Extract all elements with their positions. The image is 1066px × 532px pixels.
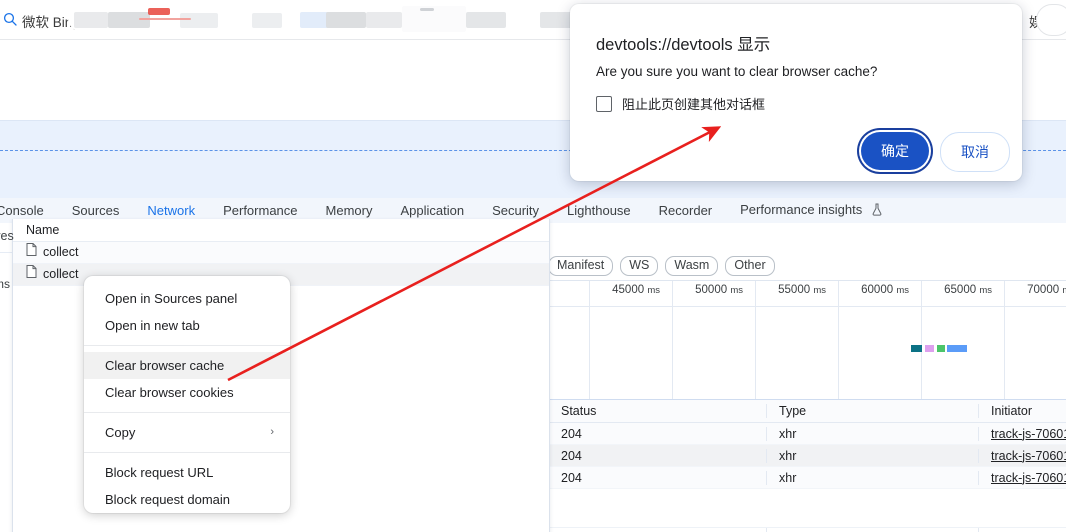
- screen-root: 2024-11-26 Console Sources Network Perfo…: [0, 0, 1066, 532]
- flask-icon: [871, 199, 883, 224]
- initiator-link[interactable]: track-js-70601: [991, 449, 1066, 463]
- menu-item-label: Block request URL: [105, 465, 214, 480]
- cell-status: 204: [561, 448, 582, 463]
- cell-type: xhr: [766, 426, 978, 441]
- document-icon: [26, 264, 37, 285]
- request-name: collect: [43, 245, 79, 259]
- tab-performance-insights-label: Performance insights: [740, 202, 863, 217]
- filter-chip-ws[interactable]: WS: [620, 256, 659, 276]
- menu-item-label: Open in new tab: [105, 318, 200, 333]
- cell-type: xhr: [766, 470, 978, 485]
- dialog-message: Are you sure you want to clear browser c…: [596, 64, 878, 79]
- table-row[interactable]: 204 xhr track-js-70601: [548, 423, 1066, 445]
- redacted-block: [466, 12, 506, 28]
- menu-separator: [84, 452, 290, 453]
- menu-item-open-in-new-tab[interactable]: Open in new tab: [84, 312, 290, 339]
- list-item[interactable]: collect: [13, 242, 549, 264]
- table-empty-area: [548, 527, 1066, 532]
- waterfall-ruler: 45000 ms 50000 ms 55000 ms 60000 ms 6500…: [548, 281, 1066, 400]
- cell-initiator[interactable]: track-js-70601: [978, 426, 1066, 441]
- menu-separator: [84, 412, 290, 413]
- waterfall-request-bar[interactable]: [911, 345, 967, 352]
- network-waterfall: 45000 ms 50000 ms 55000 ms 60000 ms 6500…: [548, 280, 1066, 400]
- cancel-button[interactable]: 取消: [940, 132, 1010, 172]
- ruler-tick-70000-value: 70000: [1027, 284, 1060, 296]
- press-hint-text: Pres: [0, 229, 14, 243]
- menu-item-block-request-domain[interactable]: Block request domain: [84, 486, 290, 513]
- tab-lighthouse[interactable]: Lighthouse: [553, 198, 645, 223]
- redacted-block: [180, 13, 218, 28]
- network-detail-table: Status Type Initiator 204 xhr track-js-7…: [548, 399, 1066, 532]
- cell-initiator[interactable]: track-js-70601: [978, 448, 1066, 463]
- suppress-dialogs-row[interactable]: 阻止此页创建其他对话框: [596, 94, 765, 113]
- redacted-block: [108, 12, 150, 28]
- filter-chip-wasm[interactable]: Wasm: [665, 256, 719, 276]
- column-header-initiator[interactable]: Initiator: [978, 404, 1066, 418]
- redacted-block: [420, 8, 434, 11]
- suppress-dialogs-checkbox[interactable]: [596, 95, 612, 112]
- filter-chip-manifest[interactable]: Manifest: [548, 256, 614, 276]
- table-row[interactable]: 204 xhr track-js-70601: [548, 467, 1066, 489]
- menu-item-label: Block request domain: [105, 492, 231, 507]
- initiator-link[interactable]: track-js-70601: [991, 471, 1066, 485]
- timeline-unit-text: ms: [0, 277, 10, 291]
- tab-recorder[interactable]: Recorder: [645, 198, 726, 223]
- redacted-block: [139, 18, 191, 20]
- search-icon[interactable]: [3, 12, 17, 26]
- menu-item-open-in-sources-panel[interactable]: Open in Sources panel: [84, 285, 290, 312]
- confirm-button[interactable]: 确定: [861, 132, 929, 170]
- cell-initiator[interactable]: track-js-70601: [978, 470, 1066, 485]
- document-icon: [26, 242, 37, 263]
- dialog-title: devtools://devtools 显示: [596, 36, 771, 54]
- waterfall-segment-stalled: [925, 345, 934, 352]
- ruler-tick-70000-unit: ms: [1062, 285, 1066, 296]
- redacted-block: [74, 12, 108, 28]
- ruler-tick-70000: 70000 ms: [963, 284, 1066, 296]
- request-name: collect: [43, 267, 79, 281]
- top-bar-pill[interactable]: [1036, 4, 1066, 36]
- menu-item-clear-browser-cache[interactable]: Clear browser cache: [84, 352, 290, 379]
- table-row[interactable]: 204 xhr track-js-70601: [548, 445, 1066, 467]
- initiator-link[interactable]: track-js-70601: [991, 427, 1066, 441]
- chevron-right-icon: ›: [270, 426, 274, 438]
- context-menu: Open in Sources panel Open in new tab Cl…: [84, 276, 290, 513]
- redacted-block: [326, 12, 366, 28]
- menu-item-label: Open in Sources panel: [105, 291, 238, 306]
- redacted-block: [366, 12, 402, 28]
- table-header-row: Status Type Initiator: [548, 400, 1066, 423]
- redacted-block: [252, 13, 282, 28]
- menu-item-copy[interactable]: Copy ›: [84, 419, 290, 446]
- suppress-dialogs-label: 阻止此页创建其他对话框: [622, 97, 766, 112]
- tab-performance-insights[interactable]: Performance insights: [726, 197, 897, 224]
- menu-item-label: Clear browser cookies: [105, 385, 234, 400]
- request-list-header[interactable]: Name: [13, 219, 549, 242]
- menu-item-label: Copy: [105, 425, 136, 440]
- confirm-dialog: devtools://devtools 显示 Are you sure you …: [570, 4, 1022, 181]
- resource-type-filters: Manifest WS Wasm Other: [548, 252, 1066, 280]
- waterfall-segment-queue: [911, 345, 922, 352]
- column-header-type[interactable]: Type: [766, 404, 978, 418]
- redacted-block: [148, 8, 170, 15]
- menu-item-label: Clear browser cache: [105, 358, 225, 373]
- menu-item-block-request-url[interactable]: Block request URL: [84, 459, 290, 486]
- cell-status: 204: [561, 426, 582, 441]
- menu-item-clear-browser-cookies[interactable]: Clear browser cookies: [84, 379, 290, 406]
- waterfall-segment-download: [947, 345, 967, 352]
- redacted-block: [402, 6, 466, 32]
- cell-status: 204: [561, 470, 582, 485]
- menu-separator: [84, 345, 290, 346]
- column-header-status[interactable]: Status: [548, 404, 766, 418]
- cell-type: xhr: [766, 448, 978, 463]
- filter-chip-other[interactable]: Other: [725, 256, 775, 276]
- waterfall-segment-waiting: [937, 345, 945, 352]
